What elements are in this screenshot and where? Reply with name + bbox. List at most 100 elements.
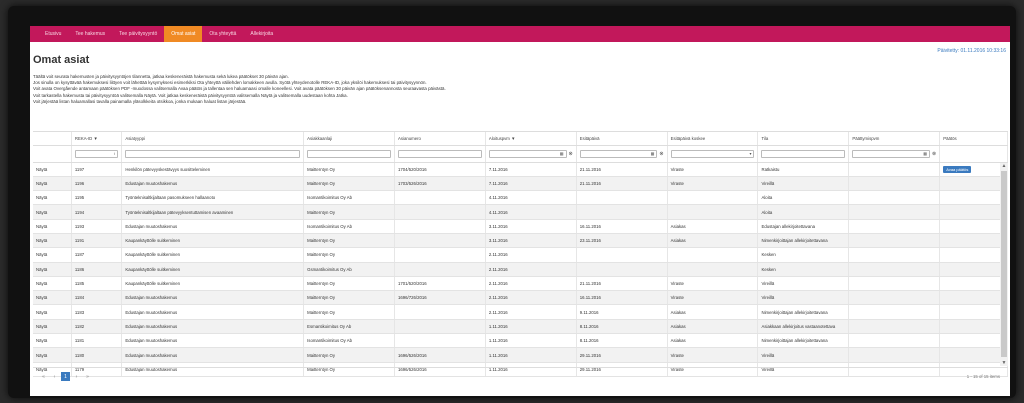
column-header[interactable] xyxy=(33,132,72,146)
table-row: Näytä 1193 Edustajan muutoshakemus Isomanti… xyxy=(33,219,1008,234)
table-cell: Kesken xyxy=(757,247,850,263)
table-cell[interactable]: Näytä xyxy=(33,333,72,349)
table-cell: 1703/526/2016 xyxy=(394,176,486,192)
table-cell xyxy=(394,262,486,277)
filter-cell xyxy=(394,145,486,163)
reka-id-filter[interactable]: ↕ xyxy=(74,149,119,158)
table-cell[interactable]: Näytä xyxy=(33,276,72,292)
table-cell: Avaa päätös xyxy=(939,162,1008,177)
table-cell[interactable]: Näytä xyxy=(33,262,72,277)
table-cell[interactable]: Näytä xyxy=(33,233,72,249)
table-cell xyxy=(576,190,668,206)
esitapaiva-koskee-select[interactable]: ▾ xyxy=(670,149,755,158)
table-row: Näytä 1191 Kaupankäyttölle suitkeminen Mait… xyxy=(33,233,1008,249)
nav-item[interactable]: Tee hakemus xyxy=(68,26,112,42)
table-cell: Työnteknisaltkijaltaan pasomukseen halla… xyxy=(121,190,305,206)
table-cell xyxy=(939,233,1008,249)
table-cell: Maitterntyn Oy xyxy=(303,233,395,249)
nav-item[interactable]: Ota yhteyttä xyxy=(202,26,243,42)
open-decision-button[interactable]: Avaa päätös xyxy=(943,165,972,173)
table-cell[interactable]: Näytä xyxy=(33,319,72,335)
first-page-button[interactable]: « xyxy=(39,372,48,381)
tila-filter[interactable] xyxy=(761,149,846,158)
table-cell[interactable]: Näytä xyxy=(33,162,72,177)
column-header[interactable]: Asiakkaanlaji xyxy=(303,132,395,146)
paattymispvm-filter[interactable]: ▦ xyxy=(852,149,931,158)
table-cell[interactable]: Näytä xyxy=(33,219,72,234)
column-header[interactable]: Esitäpäivä xyxy=(576,132,668,146)
nav-item[interactable]: Etusivu xyxy=(38,26,68,42)
column-header[interactable]: Päätös xyxy=(939,132,1008,146)
table-cell: 16.11.2016 xyxy=(576,219,668,234)
table-cell: Kaupankäyttölle suitkeminen xyxy=(121,233,305,249)
table-cell: Kaupankäyttölle suitkeminen xyxy=(121,262,305,277)
table-cell: Maitterntyn Oy xyxy=(303,162,395,177)
table-cell: Maitterntyn Oy xyxy=(303,276,395,292)
table-cell[interactable]: Näytä xyxy=(33,204,72,220)
column-header[interactable]: Esitäpäivä koskee xyxy=(667,132,759,146)
table-cell xyxy=(939,190,1008,206)
table-cell: 7.11.2016 xyxy=(485,162,577,177)
calendar-icon: ▦ xyxy=(923,151,928,156)
table-cell xyxy=(667,204,759,220)
clear-filter-icon[interactable]: ⊗ xyxy=(569,151,573,157)
table-cell[interactable]: Näytä xyxy=(33,290,72,306)
prev-page-button[interactable]: ‹ xyxy=(50,372,59,381)
column-header[interactable]: Asianumero xyxy=(394,132,486,146)
table-cell: 1183 xyxy=(71,304,123,320)
table-cell[interactable]: Näytä xyxy=(33,347,72,363)
next-page-button[interactable]: › xyxy=(72,372,81,381)
table-cell[interactable]: Näytä xyxy=(33,190,72,206)
column-header[interactable]: Tila xyxy=(757,132,850,146)
table-cell: Maitterntyn Oy xyxy=(303,176,395,192)
scroll-up-icon[interactable]: ▲ xyxy=(1000,163,1008,169)
asiakas-filter[interactable] xyxy=(307,149,391,158)
table-cell xyxy=(939,347,1008,363)
table-cell: 1182 xyxy=(71,319,123,335)
clear-filter-icon[interactable]: ⊗ xyxy=(659,151,663,157)
table-cell: Viraste xyxy=(667,162,759,177)
column-header[interactable]: Asiatyyppi xyxy=(121,132,305,146)
table-cell: Isomantikoimitus Oy Ab xyxy=(303,219,395,234)
table-cell: Maitterntyn Oy xyxy=(303,247,395,263)
table-cell: Viraste xyxy=(667,276,759,292)
table-cell: 2.11.2016 xyxy=(485,290,577,306)
current-page-button[interactable]: 1 xyxy=(61,372,70,381)
table-cell xyxy=(667,247,759,263)
table-cell xyxy=(576,247,668,263)
table-body: Näytä 1197 Henkilön pätevyyskestävyys suos… xyxy=(33,162,1008,377)
scroll-down-icon[interactable]: ▼ xyxy=(1000,360,1008,366)
scroll-thumb[interactable] xyxy=(1001,171,1007,357)
aloituspvm-filter[interactable]: ▦ xyxy=(488,149,567,158)
table-row: Näytä 1187 Kaupankäyttölle suitkeminen Mait… xyxy=(33,247,1008,263)
table-cell xyxy=(394,233,486,249)
column-header[interactable]: REKA-ID ▼ xyxy=(71,132,123,146)
esitapaiva-filter[interactable]: ▦ xyxy=(579,149,658,158)
title-row: Omat asiat Päivitetty: 01.11.2016 10:33:… xyxy=(30,42,1010,66)
table-cell xyxy=(394,247,486,263)
clear-filter-icon[interactable]: ⊗ xyxy=(932,151,936,157)
table-row: Näytä 1181 Edustajan muutoshakemus Isomanti… xyxy=(33,333,1008,349)
asiatyyppi-filter[interactable] xyxy=(125,149,301,158)
table-cell xyxy=(848,290,941,306)
table-cell xyxy=(394,204,486,220)
table-cell: 1186 xyxy=(71,262,123,277)
table-cell: 1.11.2016 xyxy=(485,333,577,349)
asianumero-filter[interactable] xyxy=(397,149,482,158)
table-cell: Asiakas xyxy=(667,333,759,349)
last-page-button[interactable]: » xyxy=(83,372,92,381)
column-header[interactable]: Päättymispvm xyxy=(848,132,941,146)
table-cell[interactable]: Näytä xyxy=(33,304,72,320)
vertical-scrollbar[interactable]: ▲ ▼ xyxy=(1000,163,1008,366)
nav-item[interactable]: Allekirjoita xyxy=(243,26,280,42)
table-cell: 8.11.2016 xyxy=(576,319,668,335)
table-cell[interactable]: Näytä xyxy=(33,176,72,192)
nav-item[interactable]: Tee päivitysyyntö xyxy=(112,26,164,42)
table-cell xyxy=(848,262,941,277)
nav-item[interactable]: Omat asiat xyxy=(164,26,203,42)
filter-cell xyxy=(33,145,72,163)
table-cell: Vireillä xyxy=(757,290,850,306)
table-cell xyxy=(939,276,1008,292)
column-header[interactable]: Aloituspvm ▼ xyxy=(485,132,577,146)
table-cell[interactable]: Näytä xyxy=(33,247,72,263)
